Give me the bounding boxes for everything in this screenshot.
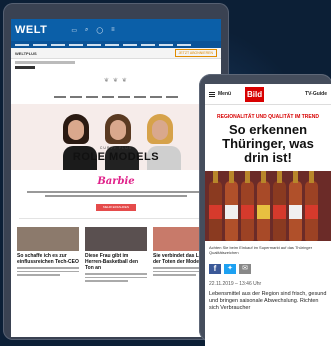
- tablet-device: WELT ▭ ⌕ ◯ ≡ WELTPLUS JETZT ABONNIEREN ❦…: [3, 3, 229, 340]
- phone-device: Menü Bild TV-Guide REGIONALITÄT UND QUAL…: [199, 74, 331, 346]
- section-label: [15, 66, 217, 69]
- search-icon[interactable]: ⌕: [85, 27, 88, 34]
- twitter-icon[interactable]: ✦: [224, 264, 236, 274]
- article-image: [85, 227, 147, 251]
- brand-menu: [17, 94, 215, 100]
- article-image: [17, 227, 79, 251]
- article-card[interactable]: So schaffe ich es zur einflussreichen Te…: [17, 227, 79, 284]
- welt-plus-label: WELTPLUS: [15, 50, 37, 56]
- share-bar: f ✦ ✉: [209, 264, 327, 274]
- facebook-icon[interactable]: f: [209, 264, 221, 274]
- hero-banner[interactable]: CURVY PLUS ROLE MODELS: [11, 104, 221, 170]
- intro-text: [27, 191, 205, 197]
- tv-icon[interactable]: ▭: [71, 27, 77, 34]
- article-headline: So erkennen Thüringer, was drin ist!: [222, 122, 314, 165]
- article-photo: [205, 171, 331, 241]
- user-icon[interactable]: ◯: [96, 27, 103, 34]
- publish-date: 22.11.2019 – 13:46 Uhr: [209, 281, 262, 287]
- article-body: Lebensmittel aus der Region sind frisch,…: [209, 291, 327, 311]
- article-cards: So schaffe ich es zur einflussreichen Te…: [17, 227, 215, 284]
- hero-title: ROLE MODELS: [72, 151, 160, 163]
- article-kicker: REGIONALITÄT UND QUALITÄT IM TREND: [217, 114, 319, 120]
- hero-kicker: CURVY PLUS: [99, 146, 133, 150]
- tv-guide-link[interactable]: TV-Guide: [305, 91, 327, 97]
- welt-subbar: WELTPLUS JETZT ABONNIEREN: [11, 48, 221, 59]
- welt-header: WELT ▭ ⌕ ◯ ≡: [11, 19, 221, 41]
- divider: [19, 218, 213, 219]
- photo-caption: Achten Sie beim Einkauf im Supermarkt au…: [209, 245, 313, 255]
- subscribe-button[interactable]: JETZT ABONNIEREN: [174, 49, 217, 57]
- menu-label[interactable]: Menü: [218, 91, 231, 97]
- bild-header: Menü Bild TV-Guide: [205, 84, 331, 105]
- welt-nav: [11, 41, 221, 48]
- tablet-screen: WELT ▭ ⌕ ◯ ≡ WELTPLUS JETZT ABONNIEREN ❦…: [11, 19, 221, 337]
- article-card[interactable]: Diese Frau gibt im Herren-Basketball den…: [85, 227, 147, 284]
- breadcrumb: [15, 61, 217, 64]
- bild-logo[interactable]: Bild: [245, 86, 265, 102]
- phone-screen: Menü Bild TV-Guide REGIONALITÄT UND QUAL…: [205, 84, 331, 346]
- menu-icon[interactable]: ≡: [111, 27, 115, 33]
- welt-logo[interactable]: WELT: [15, 24, 47, 36]
- hamburger-icon[interactable]: [209, 91, 215, 97]
- barbie-logo: Barbie: [97, 176, 135, 187]
- email-icon[interactable]: ✉: [239, 264, 251, 274]
- article-headline: So schaffe ich es zur einflussreichen Te…: [17, 253, 79, 265]
- brand-logo: ❦ ❦ ❦: [104, 77, 128, 84]
- article-headline: Diese Frau gibt im Herren-Basketball den…: [85, 253, 139, 271]
- more-button[interactable]: MEHR ERFAHREN: [96, 204, 136, 211]
